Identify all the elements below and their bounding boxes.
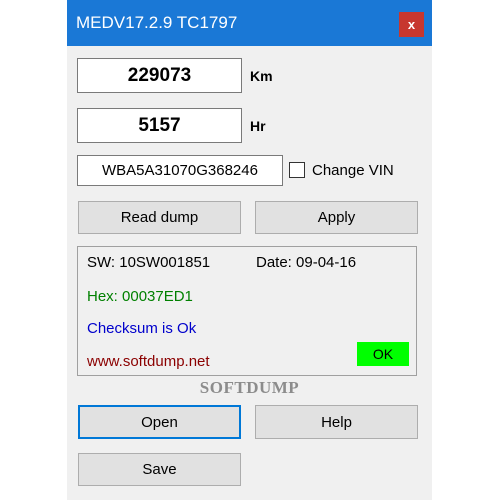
change-vin-label[interactable]: Change VIN bbox=[312, 162, 394, 180]
open-button[interactable]: Open bbox=[78, 405, 241, 439]
help-button[interactable]: Help bbox=[255, 405, 418, 439]
hex-value: Hex: 00037ED1 bbox=[87, 288, 193, 305]
km-field[interactable]: 229073 bbox=[77, 58, 242, 93]
website-text: www.softdump.net bbox=[87, 353, 210, 370]
read-dump-button[interactable]: Read dump bbox=[78, 201, 241, 234]
brand-label: SOFTDUMP bbox=[199, 378, 300, 397]
close-icon: x bbox=[407, 17, 416, 32]
km-label: Km bbox=[250, 68, 273, 84]
app-window: MEDV17.2.9 TC1797 x 229073 Km 5157 Hr WB… bbox=[67, 0, 432, 500]
checksum-status: Checksum is Ok bbox=[87, 320, 197, 337]
close-button[interactable]: x bbox=[399, 12, 424, 37]
status-badge: OK bbox=[357, 342, 409, 366]
apply-button[interactable]: Apply bbox=[255, 201, 418, 234]
hr-label: Hr bbox=[250, 118, 266, 134]
change-vin-checkbox[interactable] bbox=[289, 162, 305, 178]
info-panel: SW: 10SW001851 Date: 09-04-16 Hex: 00037… bbox=[77, 246, 417, 376]
dump-date: Date: 09-04-16 bbox=[256, 254, 357, 271]
save-button[interactable]: Save bbox=[78, 453, 241, 486]
title-bar: MEDV17.2.9 TC1797 x bbox=[67, 0, 432, 46]
window-title: MEDV17.2.9 TC1797 bbox=[76, 13, 238, 32]
hr-field[interactable]: 5157 bbox=[77, 108, 242, 143]
sw-version: SW: 10SW001851 bbox=[87, 254, 211, 271]
vin-field[interactable]: WBA5A31070G368246 bbox=[77, 155, 283, 186]
